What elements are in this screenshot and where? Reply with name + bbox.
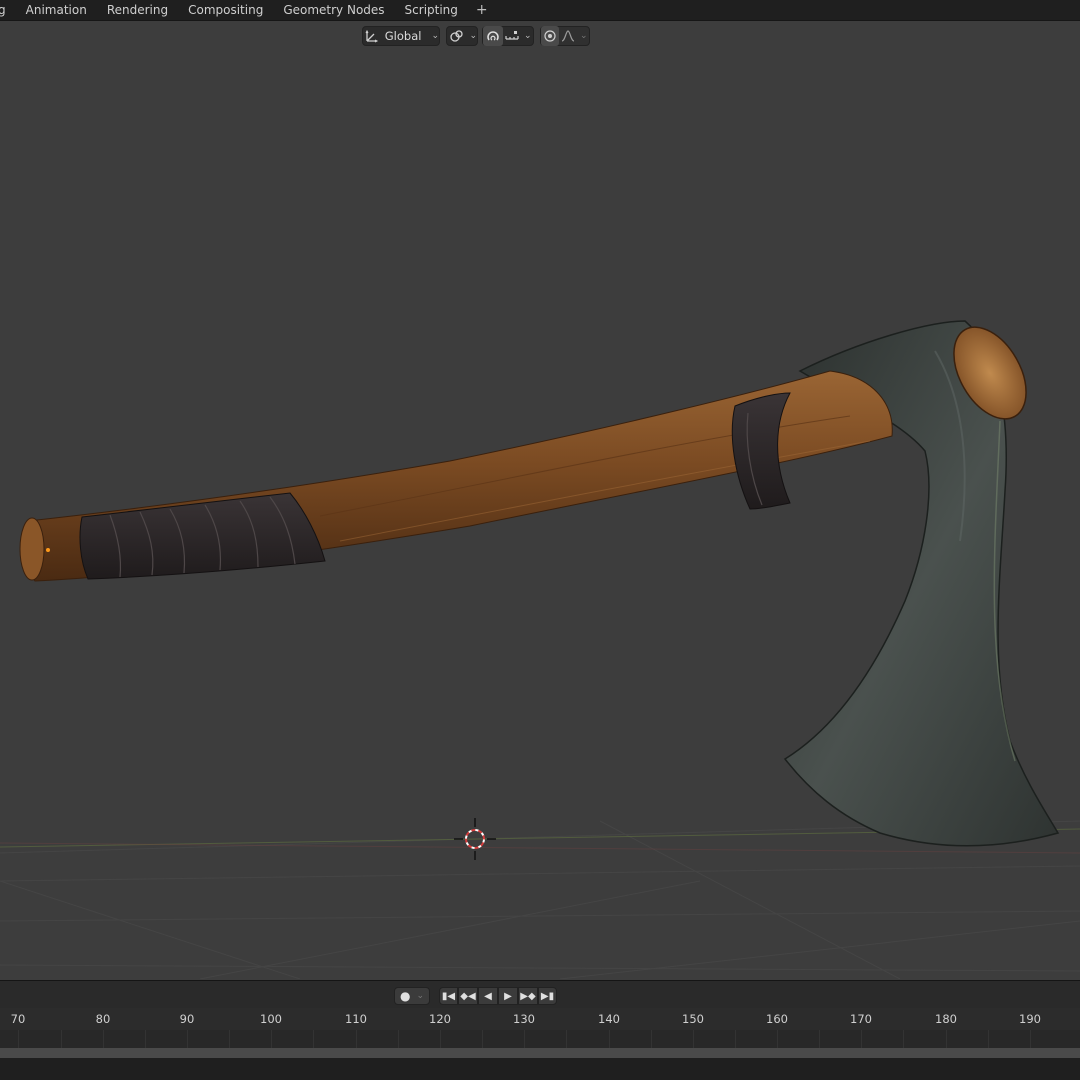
frame-tick: 90 bbox=[179, 1012, 195, 1026]
frame-tick: 150 bbox=[682, 1012, 704, 1026]
frame-tick: 120 bbox=[429, 1012, 451, 1026]
play-button[interactable]: ▶ bbox=[498, 987, 518, 1005]
frame-gridline bbox=[229, 1030, 230, 1050]
frame-tick: 140 bbox=[598, 1012, 620, 1026]
frame-tick: 170 bbox=[850, 1012, 872, 1026]
frame-gridline bbox=[988, 1030, 989, 1050]
object-origin-dot bbox=[46, 548, 50, 552]
frame-gridline bbox=[524, 1030, 525, 1050]
timeline-track[interactable] bbox=[0, 1030, 1080, 1080]
next-keyframe-button[interactable]: ▶◆ bbox=[518, 987, 538, 1005]
frame-tick: 110 bbox=[345, 1012, 367, 1026]
scene-frame-range-bar bbox=[0, 1048, 1080, 1058]
next-keyframe-icon: ▶◆ bbox=[520, 990, 536, 1002]
jump-end-button[interactable]: ▶▮ bbox=[538, 987, 557, 1005]
frame-gridline bbox=[903, 1030, 904, 1050]
frame-tick: 180 bbox=[935, 1012, 957, 1026]
frame-gridline bbox=[61, 1030, 62, 1050]
frame-gridline bbox=[566, 1030, 567, 1050]
play-reverse-button[interactable]: ◀ bbox=[478, 987, 498, 1005]
play-icon: ▶ bbox=[504, 990, 512, 1002]
handle-butt bbox=[19, 517, 45, 581]
tab-partial[interactable]: g bbox=[0, 0, 16, 20]
frame-gridline bbox=[861, 1030, 862, 1050]
frame-gridline bbox=[187, 1030, 188, 1050]
workspace-tab-bar: g Animation Rendering Compositing Geomet… bbox=[0, 0, 1080, 21]
jump-start-icon: ▮◀ bbox=[441, 990, 456, 1002]
frame-tick: 100 bbox=[260, 1012, 282, 1026]
frame-tick: 190 bbox=[1019, 1012, 1041, 1026]
axe-model[interactable] bbox=[0, 21, 1080, 979]
add-workspace-button[interactable]: + bbox=[468, 0, 496, 20]
tab-rendering[interactable]: Rendering bbox=[97, 0, 178, 20]
frame-gridline bbox=[398, 1030, 399, 1050]
frame-gridline bbox=[735, 1030, 736, 1050]
prev-keyframe-button[interactable]: ◆◀ bbox=[458, 987, 478, 1005]
tab-compositing[interactable]: Compositing bbox=[178, 0, 273, 20]
frame-tick: 130 bbox=[513, 1012, 535, 1026]
frame-tick: 70 bbox=[10, 1012, 26, 1026]
3d-viewport[interactable]: Global ⌄ ⌄ ⌄ ⌄ bbox=[0, 21, 1080, 979]
frame-gridline bbox=[946, 1030, 947, 1050]
frame-gridline bbox=[651, 1030, 652, 1050]
prev-keyframe-icon: ◆◀ bbox=[460, 990, 476, 1002]
frame-tick: 80 bbox=[95, 1012, 111, 1026]
frame-gridline bbox=[609, 1030, 610, 1050]
timeline-bottom-strip bbox=[0, 1058, 1080, 1080]
frame-gridline bbox=[18, 1030, 19, 1050]
frame-gridline bbox=[693, 1030, 694, 1050]
frame-gridline bbox=[440, 1030, 441, 1050]
record-icon: ● bbox=[399, 989, 411, 1003]
play-reverse-icon: ◀ bbox=[484, 990, 492, 1002]
jump-start-button[interactable]: ▮◀ bbox=[439, 987, 458, 1005]
frame-gridline bbox=[1030, 1030, 1031, 1050]
timeline-header: ● ⌄ ▮◀ ◆◀ ◀ ▶ ▶◆ ▶▮ bbox=[0, 980, 1080, 1009]
frame-gridline bbox=[145, 1030, 146, 1050]
frame-gridline bbox=[103, 1030, 104, 1050]
jump-end-icon: ▶▮ bbox=[540, 990, 555, 1002]
frame-gridline bbox=[271, 1030, 272, 1050]
tab-geometry-nodes[interactable]: Geometry Nodes bbox=[273, 0, 394, 20]
frame-gridline bbox=[819, 1030, 820, 1050]
tab-animation[interactable]: Animation bbox=[16, 0, 97, 20]
record-button[interactable]: ● ⌄ bbox=[394, 987, 430, 1005]
frame-gridline bbox=[482, 1030, 483, 1050]
tab-scripting[interactable]: Scripting bbox=[395, 0, 468, 20]
frame-gridline bbox=[313, 1030, 314, 1050]
frame-gridline bbox=[356, 1030, 357, 1050]
frame-gridline bbox=[777, 1030, 778, 1050]
frame-tick: 160 bbox=[766, 1012, 788, 1026]
timeline-ruler[interactable]: 70 80 90 100 110 120 130 140 150 160 170… bbox=[0, 1008, 1080, 1030]
